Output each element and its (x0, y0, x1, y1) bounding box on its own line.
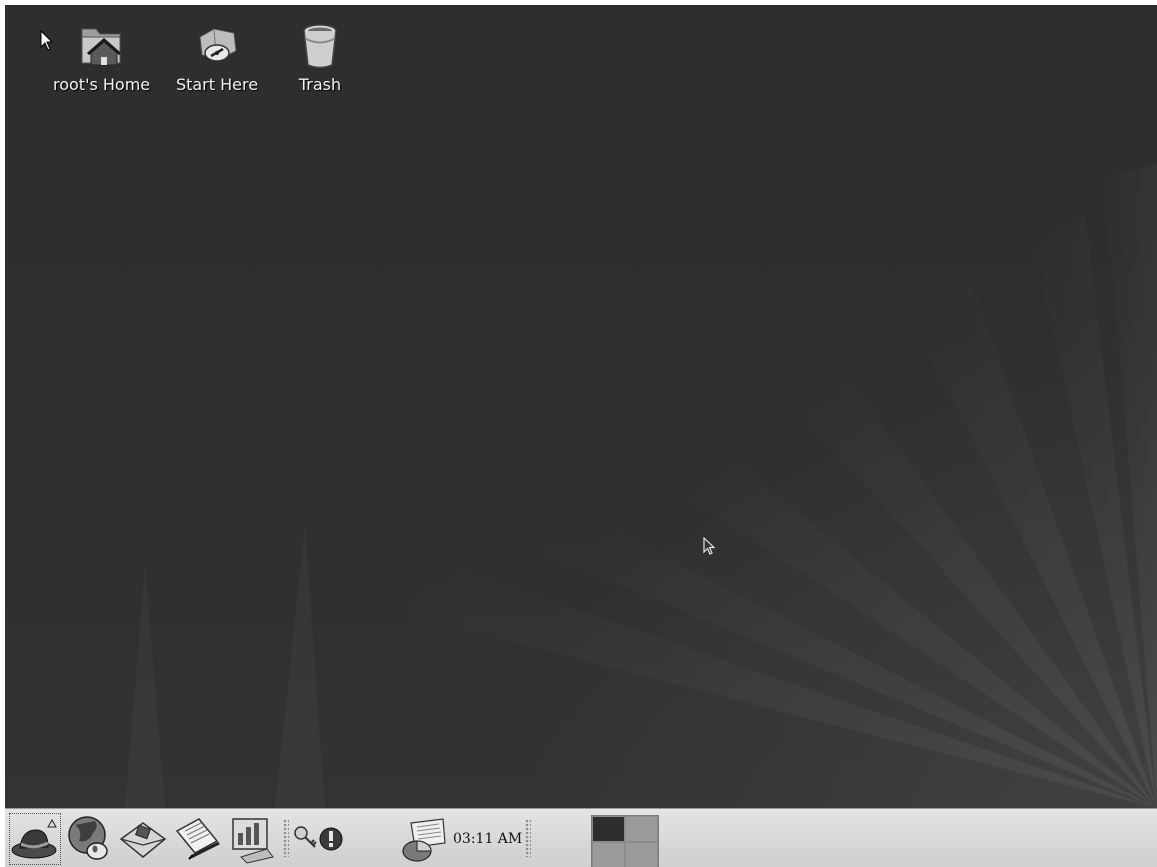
desktop-background[interactable]: root's Home Start Here Trash (5, 5, 1157, 808)
desktop-icon-trash[interactable]: Trash (272, 19, 368, 94)
alert-applet[interactable] (317, 813, 345, 865)
alert-exclamation-icon (319, 827, 343, 851)
workspace-switcher[interactable] (591, 815, 659, 867)
panel-clock[interactable]: 03:11 AM (453, 831, 522, 847)
main-menu-button[interactable] (9, 813, 61, 865)
presentation-chart-icon (232, 818, 274, 864)
desktop-icon-label: Start Here (175, 75, 259, 94)
desktop-icon-start-here[interactable]: Start Here (169, 19, 265, 94)
bottom-panel: 03:11 AM (5, 808, 1157, 867)
mouse-pointer-outline-icon (703, 537, 716, 555)
mouse-pointer-icon (40, 30, 54, 51)
presentation-launcher[interactable] (227, 813, 279, 865)
trash-icon (303, 24, 337, 69)
network-status-applet[interactable] (291, 813, 319, 865)
network-keys-icon (294, 826, 317, 848)
workspace-1[interactable] (593, 817, 624, 841)
email-launcher[interactable] (117, 813, 169, 865)
envelope-stamp-icon (119, 822, 167, 858)
desktop-icon-label: Trash (298, 75, 342, 94)
desktop-icon-home[interactable]: root's Home (53, 19, 151, 94)
screen: root's Home Start Here Trash 03:11 AM (5, 5, 1157, 867)
home-folder-icon (81, 28, 121, 66)
document-pen-icon (175, 818, 220, 860)
workspace-3[interactable] (593, 843, 624, 867)
panel-separator (525, 819, 531, 857)
desktop-wallpaper-rays (405, 165, 1157, 808)
panel-separator (283, 819, 289, 857)
workspace-2[interactable] (626, 817, 657, 841)
start-here-icon (199, 28, 237, 62)
desktop-icon-label: root's Home (53, 75, 151, 94)
notes-applet[interactable] (397, 813, 449, 865)
workspace-4[interactable] (626, 843, 657, 867)
word-processor-launcher[interactable] (171, 813, 223, 865)
notes-icon (402, 818, 446, 862)
web-browser-launcher[interactable] (63, 813, 115, 865)
globe-mouse-icon (68, 816, 108, 860)
redhat-hat-icon (11, 818, 57, 859)
